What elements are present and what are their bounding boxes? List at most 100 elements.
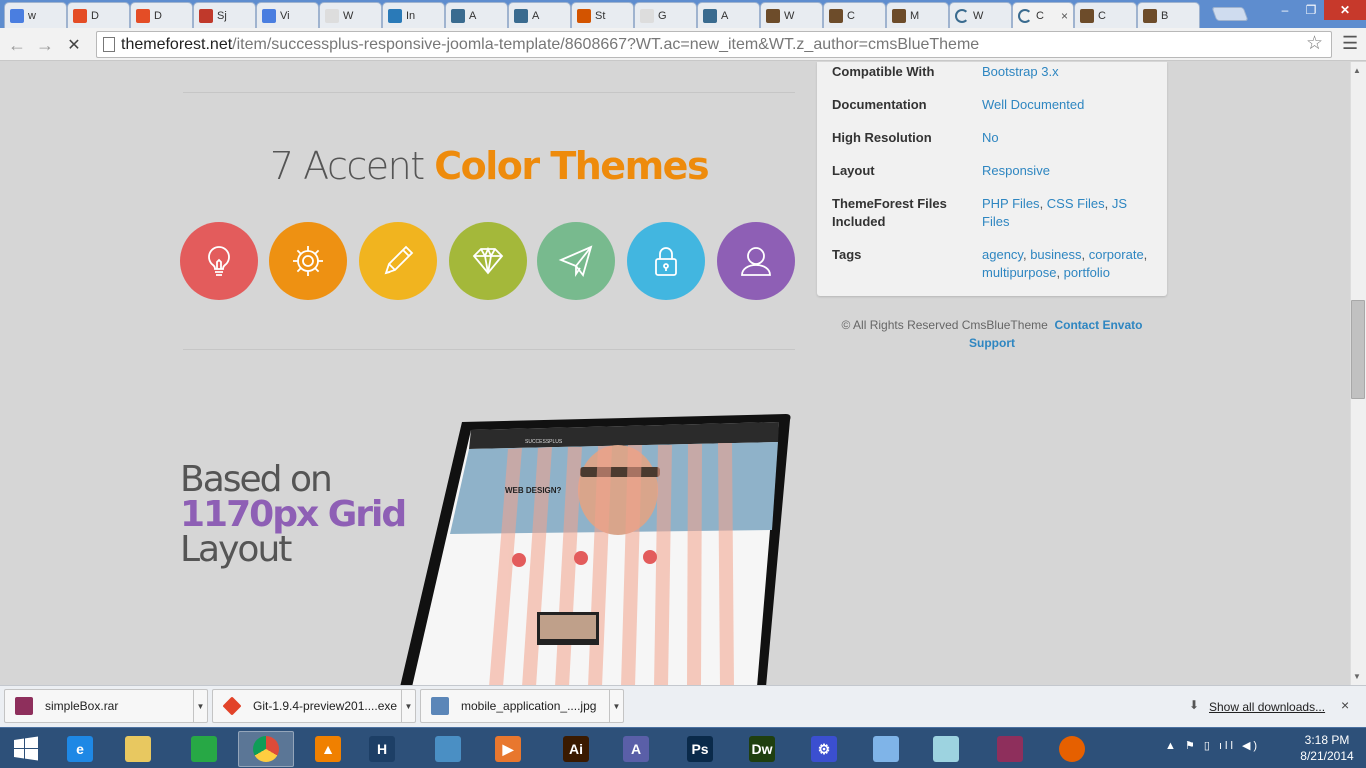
tab[interactable]: W bbox=[949, 2, 1012, 28]
grid-layout-heading: Based on 1170px Grid Layout bbox=[180, 459, 407, 568]
new-tab-button[interactable] bbox=[1211, 7, 1249, 21]
browser-toolbar: ← → ✕ themeforest.net/item/successplus-r… bbox=[0, 28, 1366, 61]
notepad-taskbar-button[interactable] bbox=[918, 731, 974, 767]
winrar-icon bbox=[997, 736, 1023, 762]
tab-label: A bbox=[721, 9, 729, 22]
close-icon[interactable]: × bbox=[1341, 697, 1349, 713]
tab-label: D bbox=[91, 9, 99, 22]
tab[interactable]: D bbox=[130, 2, 193, 28]
chevron-down-icon[interactable]: ▼ bbox=[609, 690, 623, 722]
tab[interactable]: A bbox=[508, 2, 571, 28]
tab[interactable]: In bbox=[382, 2, 445, 28]
photos-taskbar-button[interactable] bbox=[420, 731, 476, 767]
triangle-app-taskbar-button[interactable]: A bbox=[608, 731, 664, 767]
download-item[interactable]: simpleBox.rar ▼ bbox=[4, 689, 208, 723]
link[interactable]: Bootstrap 3.x bbox=[982, 64, 1059, 79]
tab[interactable]: w bbox=[4, 2, 67, 28]
page-icon bbox=[640, 8, 654, 23]
dreamweaver-taskbar-button[interactable]: Dw bbox=[734, 731, 790, 767]
tab[interactable]: W bbox=[760, 2, 823, 28]
download-item[interactable]: Git-1.9.4-preview201....exe ▼ bbox=[212, 689, 416, 723]
tab[interactable]: C bbox=[823, 2, 886, 28]
minimize-button[interactable]: – bbox=[1272, 0, 1298, 20]
grid-heading-line1: Based on bbox=[180, 459, 333, 500]
divider bbox=[183, 92, 795, 93]
tab[interactable]: Vi bbox=[256, 2, 319, 28]
lightbulb-icon bbox=[180, 222, 258, 300]
app-h-icon: H bbox=[369, 736, 395, 762]
book-icon bbox=[1080, 8, 1094, 23]
link[interactable]: CSS Files bbox=[1047, 196, 1105, 211]
link[interactable]: PHP Files bbox=[982, 196, 1040, 211]
page-icon bbox=[325, 8, 339, 23]
tab[interactable]: D bbox=[67, 2, 130, 28]
page-viewport: 7 Accent Color Themes Based on 1170px Gr… bbox=[0, 62, 1350, 685]
illustrator-icon: Ai bbox=[563, 736, 589, 762]
tag-link[interactable]: agency bbox=[982, 247, 1023, 262]
tag-link[interactable]: business bbox=[1030, 247, 1081, 262]
tab[interactable]: M bbox=[886, 2, 949, 28]
download-filename: simpleBox.rar bbox=[45, 699, 119, 713]
tag-link[interactable]: portfolio bbox=[1064, 265, 1110, 280]
google-icon bbox=[10, 8, 24, 23]
divider bbox=[183, 349, 795, 350]
clock[interactable]: 3:18 PM 8/21/2014 bbox=[1296, 732, 1358, 764]
photoshop-taskbar-button[interactable]: Ps bbox=[672, 731, 728, 767]
dell-icon bbox=[388, 8, 402, 23]
tab[interactable]: B bbox=[1137, 2, 1200, 28]
scroll-up-arrow-icon[interactable]: ▲ bbox=[1353, 66, 1361, 75]
windows-taskbar: e ▲ H ▶ Ai A Ps Dw ⚙ ▲ ⚑ ▯ ıll ◀) 3:18 PM 8/21/2… bbox=[0, 727, 1366, 768]
tag-link[interactable]: multipurpose bbox=[982, 265, 1056, 280]
show-all-downloads-link[interactable]: Show all downloads... bbox=[1209, 700, 1325, 714]
media-taskbar-button[interactable]: ▶ bbox=[480, 731, 536, 767]
address-bar[interactable]: themeforest.net/item/successplus-respons… bbox=[96, 31, 1332, 58]
system-tray[interactable]: ▲ ⚑ ▯ ıll ◀) bbox=[1165, 739, 1260, 752]
attr-label: Tags bbox=[832, 247, 862, 262]
vlc-taskbar-button[interactable]: ▲ bbox=[300, 731, 356, 767]
bookmark-star-icon[interactable]: ☆ bbox=[1306, 32, 1323, 55]
chevron-down-icon[interactable]: ▼ bbox=[401, 690, 415, 722]
chrome-icon bbox=[253, 736, 279, 762]
app-h-taskbar-button[interactable]: H bbox=[354, 731, 410, 767]
tab[interactable]: A bbox=[445, 2, 508, 28]
download-item[interactable]: mobile_application_....jpg ▼ bbox=[420, 689, 624, 723]
chrome-taskbar-button[interactable] bbox=[238, 731, 294, 767]
tab[interactable]: C × bbox=[1012, 2, 1074, 28]
control-panel-taskbar-button[interactable] bbox=[858, 731, 914, 767]
scroll-down-arrow-icon[interactable]: ▼ bbox=[1353, 672, 1361, 681]
book-icon bbox=[1143, 8, 1157, 23]
tab[interactable]: A bbox=[697, 2, 760, 28]
tag-link[interactable]: corporate bbox=[1089, 247, 1144, 262]
link[interactable]: No bbox=[982, 130, 999, 145]
forward-button[interactable]: → bbox=[34, 34, 56, 56]
start-button[interactable] bbox=[0, 731, 52, 767]
settings-taskbar-button[interactable]: ⚙ bbox=[796, 731, 852, 767]
firefox-taskbar-button[interactable] bbox=[1044, 731, 1100, 767]
dreamweaver-icon: Dw bbox=[749, 736, 775, 762]
link[interactable]: Responsive bbox=[982, 163, 1050, 178]
chrome-menu-icon[interactable]: ☰ bbox=[1342, 33, 1358, 54]
tab[interactable]: St bbox=[571, 2, 634, 28]
accent-heading-highlight: Color Themes bbox=[434, 144, 709, 188]
close-window-button[interactable]: ✕ bbox=[1324, 0, 1366, 20]
tab[interactable]: Sj bbox=[193, 2, 256, 28]
close-icon[interactable]: × bbox=[1061, 9, 1068, 23]
store-taskbar-button[interactable] bbox=[176, 731, 232, 767]
chevron-down-icon[interactable]: ▼ bbox=[193, 690, 207, 722]
link[interactable]: Well Documented bbox=[982, 97, 1084, 112]
tab[interactable]: C bbox=[1074, 2, 1137, 28]
stop-button[interactable]: ✕ bbox=[63, 34, 85, 56]
internet-explorer-taskbar-button[interactable]: e bbox=[52, 731, 108, 767]
winrar-taskbar-button[interactable] bbox=[982, 731, 1038, 767]
url-host: themeforest.net bbox=[121, 35, 233, 53]
illustrator-taskbar-button[interactable]: Ai bbox=[548, 731, 604, 767]
scrollbar-thumb[interactable] bbox=[1351, 300, 1365, 399]
file-explorer-taskbar-button[interactable] bbox=[110, 731, 166, 767]
tab-label: W bbox=[343, 9, 354, 22]
download-arrow-icon: ⬇ bbox=[1189, 698, 1200, 712]
tab[interactable]: G bbox=[634, 2, 697, 28]
settings-icon: ⚙ bbox=[811, 736, 837, 762]
tab[interactable]: W bbox=[319, 2, 382, 28]
back-button[interactable]: ← bbox=[6, 34, 28, 56]
maximize-button[interactable]: ❐ bbox=[1298, 0, 1324, 20]
